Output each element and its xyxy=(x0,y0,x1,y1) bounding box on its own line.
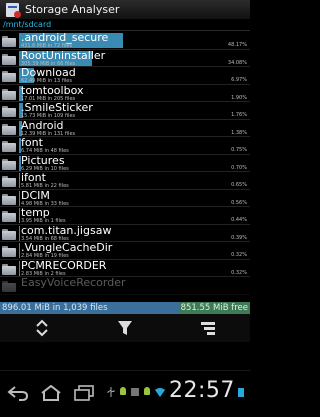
battery-icon xyxy=(238,388,244,397)
usage-bar xyxy=(19,208,20,223)
usage-bar xyxy=(19,260,20,276)
folder-icon xyxy=(2,211,16,222)
folder-name: EasyVoiceRecorder xyxy=(21,276,126,289)
android-icon xyxy=(120,387,126,395)
folder-row[interactable]: Download 62.49 MiB in 13 files 6.97% xyxy=(0,66,250,85)
folder-row[interactable]: DCIM 4.98 MiB in 33 files 0.56% xyxy=(0,189,250,207)
folder-icon xyxy=(2,158,16,170)
folder-icon xyxy=(2,123,16,135)
usage-bar xyxy=(19,190,20,206)
current-path: /mnt/sdcard xyxy=(0,19,250,31)
folder-icon xyxy=(2,193,16,205)
folder-row[interactable]: RootUninstaller 305.39 MiB in 66 files 34.… xyxy=(0,49,250,67)
folder-percent: 0.44% xyxy=(231,217,247,223)
expand-collapse-button[interactable] xyxy=(27,316,57,340)
folder-percent: 0.70% xyxy=(231,164,247,171)
wifi-icon xyxy=(155,388,165,397)
folder-row[interactable]: PCMRECORDER 2.83 MiB in 2 files 0.32% xyxy=(0,259,250,277)
folder-row[interactable]: com.titan.jigsaw 3.54 MiB in 68 files 0.39… xyxy=(0,224,250,242)
folder-icon xyxy=(2,263,16,275)
folder-row[interactable]: .VungleCacheDir 2.84 MiB in 19 files 0.32% xyxy=(0,241,250,260)
android-icon-2 xyxy=(144,387,150,395)
app-title: Storage Analyser xyxy=(25,3,120,16)
folder-list[interactable]: .android_secure 431.6 MiB in 72 files 48.1… xyxy=(0,32,250,298)
folder-percent: 0.39% xyxy=(231,234,247,241)
folder-row[interactable]: EasyVoiceRecorder xyxy=(0,276,250,295)
folder-percent: 0.56% xyxy=(231,199,247,206)
usb-icon xyxy=(107,387,115,397)
folder-percent: 0.32% xyxy=(231,252,247,258)
folder-icon xyxy=(2,36,16,47)
folder-icon xyxy=(2,53,16,65)
recent-apps-icon[interactable] xyxy=(73,385,95,401)
folder-row[interactable]: temp 3.95 MiB in 1 files 0.44% xyxy=(0,206,250,225)
usage-bar xyxy=(19,173,20,188)
system-bar: 22:57 xyxy=(0,370,250,417)
folder-icon xyxy=(2,281,16,292)
clock: 22:57 xyxy=(169,378,235,403)
back-icon[interactable] xyxy=(7,385,29,401)
folder-icon xyxy=(2,106,16,117)
folder-percent: 1.76% xyxy=(231,112,247,118)
free-space-text: 851.55 MiB free xyxy=(180,303,248,313)
home-icon[interactable] xyxy=(40,385,62,401)
folder-row[interactable]: tomtoolbox 17.01 MiB in 205 files 1.90% xyxy=(0,84,250,102)
folder-icon xyxy=(2,141,16,152)
folder-percent: 0.32% xyxy=(231,269,247,276)
folder-icon xyxy=(2,228,16,240)
folder-percent: 6.97% xyxy=(231,77,247,83)
folder-percent: 1.90% xyxy=(231,94,247,101)
folder-percent: 34.08% xyxy=(227,59,247,66)
folder-percent: 0.65% xyxy=(231,182,247,188)
usage-bar xyxy=(19,225,20,241)
folder-percent: 1.38% xyxy=(231,129,247,136)
folder-icon xyxy=(2,246,16,257)
folder-icon xyxy=(2,176,16,187)
sort-button[interactable] xyxy=(193,316,223,340)
usage-bar xyxy=(19,243,20,258)
folder-percent: 0.75% xyxy=(231,147,247,153)
folder-row[interactable]: font 6.74 MiB in 48 files 0.75% xyxy=(0,136,250,155)
folder-row[interactable]: .android_secure 431.6 MiB in 72 files 48.1… xyxy=(0,32,250,50)
folder-row[interactable]: ifont 5.81 MiB in 22 files 0.65% xyxy=(0,171,250,190)
filter-button[interactable] xyxy=(110,316,140,340)
folder-row[interactable]: Android 12.39 MiB in 131 files 1.38% xyxy=(0,119,250,137)
storage-summary-bar: 896.01 MiB in 1,039 files 851.55 MiB fre… xyxy=(0,302,250,314)
folder-row[interactable]: .SmileSticker 15.73 MiB in 109 files 1.76% xyxy=(0,101,250,120)
app-icon xyxy=(5,2,21,18)
used-space-text: 896.01 MiB in 1,039 files xyxy=(2,303,108,313)
folder-icon xyxy=(2,88,16,100)
filter-icon xyxy=(117,321,132,335)
notification-icon xyxy=(131,388,139,396)
folder-row[interactable]: Pictures 6.29 MiB in 10 files 0.70% xyxy=(0,154,250,172)
sort-icon xyxy=(201,322,216,335)
folder-percent: 48.17% xyxy=(227,42,247,48)
action-bar xyxy=(0,314,250,342)
title-bar: Storage Analyser xyxy=(0,0,250,19)
folder-icon xyxy=(2,71,16,82)
expand-collapse-icon xyxy=(35,319,48,337)
